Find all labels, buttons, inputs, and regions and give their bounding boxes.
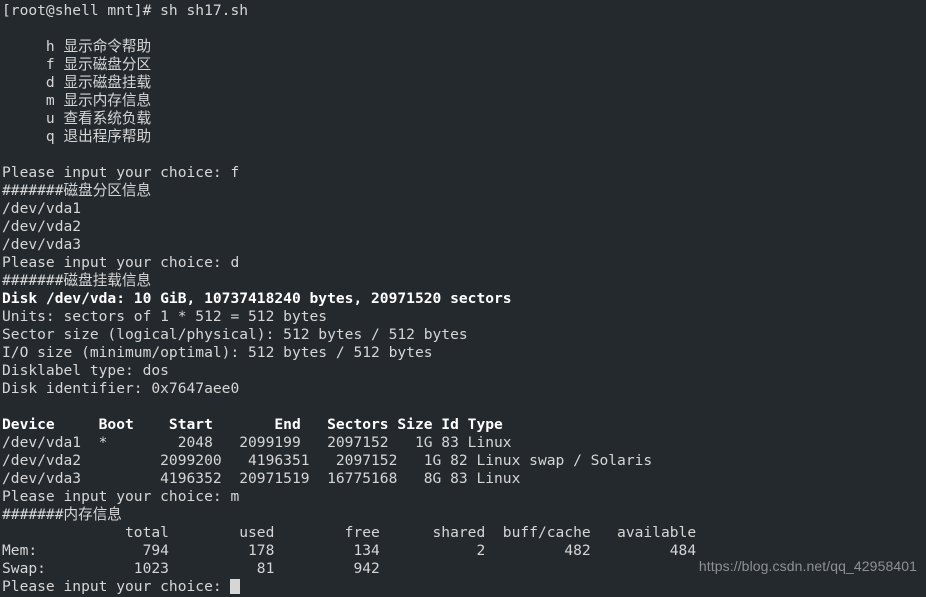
terminal-line: f 显示磁盘分区: [2, 56, 152, 73]
terminal-line: Disk identifier: 0x7647aee0: [2, 380, 240, 397]
terminal-line: h 显示命令帮助: [2, 38, 152, 55]
terminal-line: q 退出程序帮助: [2, 128, 152, 145]
terminal-line: Please input your choice: m: [2, 488, 240, 505]
terminal-line: /dev/vda1 * 2048 2099199 2097152 1G 83 L…: [2, 434, 512, 451]
terminal-line: I/O size (minimum/optimal): 512 bytes / …: [2, 344, 433, 361]
terminal-line: Swap: 1023 81 942: [2, 560, 380, 577]
terminal-window[interactable]: [root@shell mnt]# sh sh17.sh h 显示命令帮助 f …: [0, 0, 926, 597]
terminal-line: /dev/vda1: [2, 200, 82, 217]
terminal-line: /dev/vda3 4196352 20971519 16775168 8G 8…: [2, 470, 521, 487]
terminal-line: m 显示内存信息: [2, 92, 152, 109]
block-cursor-icon: [230, 579, 241, 594]
terminal-output: [root@shell mnt]# sh sh17.sh h 显示命令帮助 f …: [0, 2, 926, 578]
terminal-line: total used free shared buff/cache availa…: [2, 524, 697, 541]
terminal-line: Units: sectors of 1 * 512 = 512 bytes: [2, 308, 328, 325]
terminal-line: Mem: 794 178 134 2 482 484: [2, 542, 697, 559]
terminal-line: Disk /dev/vda: 10 GiB, 10737418240 bytes…: [2, 290, 512, 307]
terminal-line: Disklabel type: dos: [2, 362, 169, 379]
terminal-line: Please input your choice: d: [2, 254, 240, 271]
terminal-line: d 显示磁盘挂载: [2, 74, 152, 91]
terminal-line: Device Boot Start End Sectors Size Id Ty…: [2, 416, 503, 433]
prompt-text: Please input your choice:: [2, 578, 231, 595]
terminal-line: /dev/vda3: [2, 236, 82, 253]
terminal-line: #######磁盘挂载信息: [2, 272, 152, 289]
terminal-line: [root@shell mnt]# sh sh17.sh: [2, 2, 249, 19]
terminal-line: Please input your choice: f: [2, 164, 240, 181]
terminal-line: /dev/vda2 2099200 4196351 2097152 1G 82 …: [2, 452, 653, 469]
terminal-line: Sector size (logical/physical): 512 byte…: [2, 326, 468, 343]
terminal-line: /dev/vda2: [2, 218, 82, 235]
terminal-line: #######内存信息: [2, 506, 122, 523]
terminal-line: u 查看系统负载: [2, 110, 152, 127]
terminal-prompt-line[interactable]: Please input your choice:: [0, 578, 926, 596]
terminal-line: #######磁盘分区信息: [2, 182, 152, 199]
